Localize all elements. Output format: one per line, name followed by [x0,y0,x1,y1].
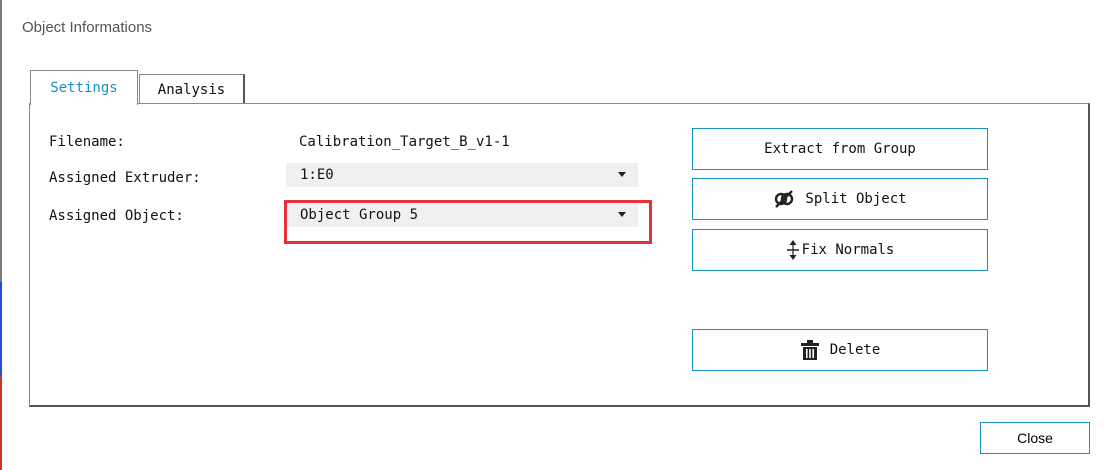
highlight-box [284,200,652,244]
delete-label: Delete [829,342,881,358]
split-object-label: Split Object [805,191,907,207]
fix-normals-icon [786,240,800,260]
left-edge-strip [0,0,2,470]
extract-from-group-label: Extract from Group [764,141,916,157]
assigned-extruder-label: Assigned Extruder: [49,170,201,186]
tab-analysis[interactable]: Analysis [139,74,245,104]
delete-button[interactable]: Delete [692,329,988,371]
fix-normals-label: Fix Normals [801,242,895,258]
extract-from-group-button[interactable]: Extract from Group [692,128,988,170]
filename-value: Calibration_Target_B_v1-1 [299,134,510,150]
tab-settings[interactable]: Settings [30,70,138,105]
filename-label: Filename: [49,134,125,150]
split-object-button[interactable]: Split Object [692,178,988,220]
assigned-extruder-value: 1:E0 [300,167,334,183]
trash-icon [800,339,820,361]
chevron-down-icon [618,172,626,177]
fix-normals-button[interactable]: Fix Normals [692,229,988,271]
assigned-object-label: Assigned Object: [49,208,184,224]
window-title: Object Informations [22,19,153,36]
assigned-extruder-select[interactable]: 1:E0 [286,163,638,187]
split-object-icon [773,188,795,210]
close-button[interactable]: Close [980,422,1090,454]
